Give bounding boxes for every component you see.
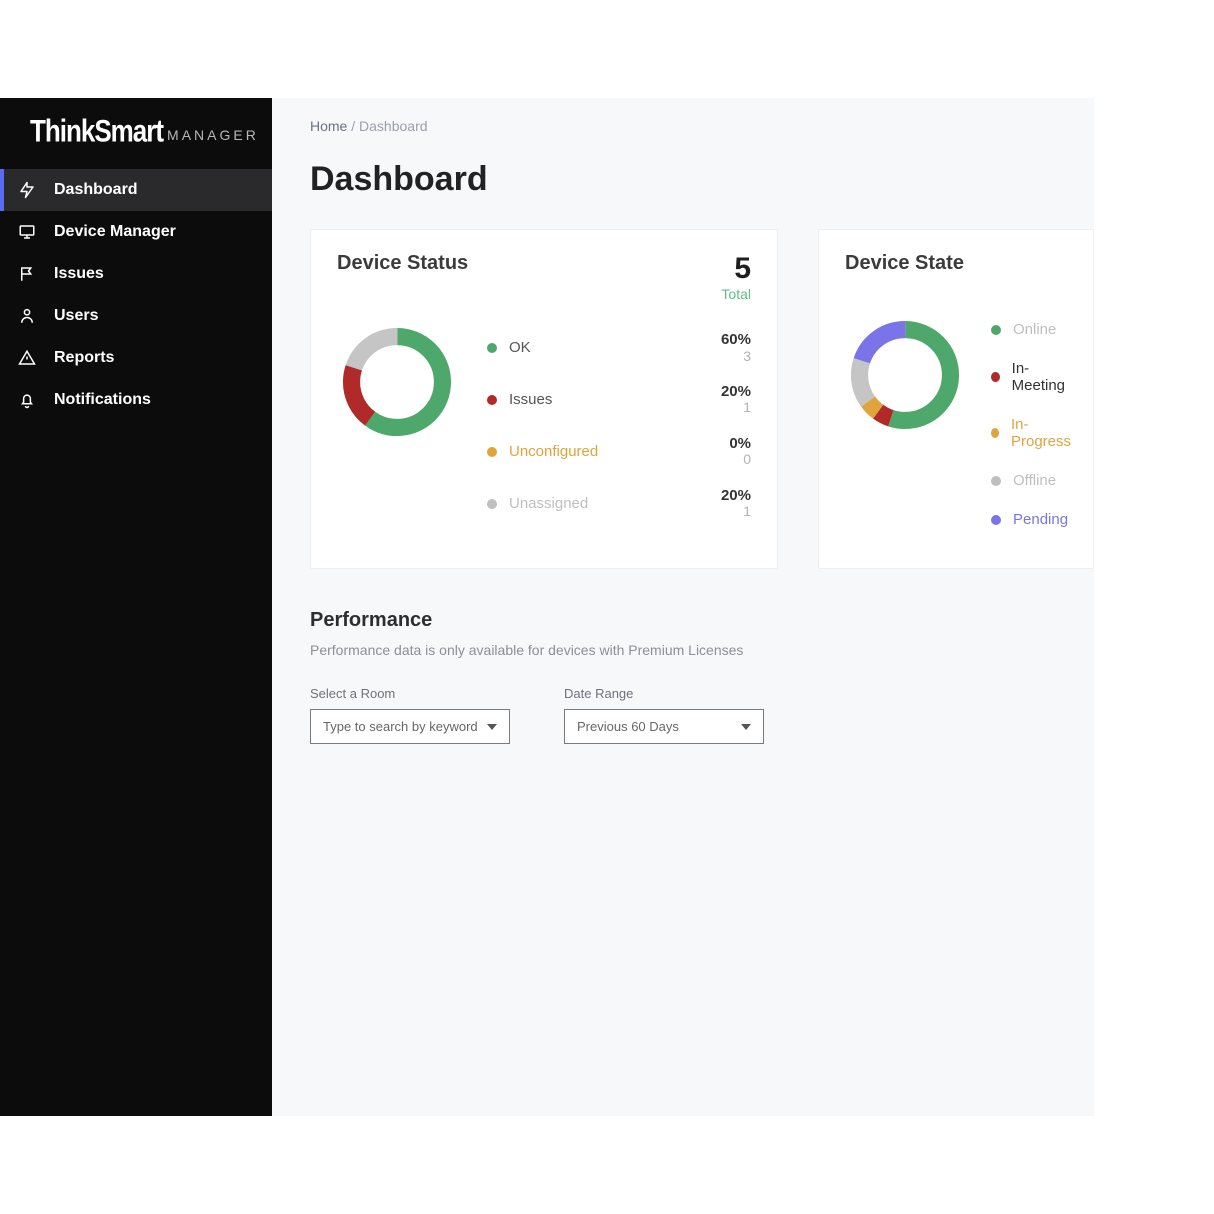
legend-count: 0 [729,452,751,467]
legend-label: Unconfigured [509,443,598,460]
room-select-placeholder: Type to search by keyword [323,719,478,734]
dot-icon [487,499,497,509]
sidebar-item-label: Users [54,307,98,325]
dot-icon [487,395,497,405]
sidebar-item-label: Issues [54,265,104,283]
date-range-label: Date Range [564,686,764,701]
logo-primary: ThinkSmart [30,113,163,150]
sidebar-item-dashboard[interactable]: Dashboard [0,169,272,211]
main-content: Home / Dashboard Dashboard Device Status… [272,98,1094,1116]
legend-label: Unassigned [509,495,588,512]
breadcrumb-current: Dashboard [359,118,428,134]
legend-label: Offline [1013,472,1056,489]
legend-pct: 0% [729,436,751,453]
date-range-value: Previous 60 Days [577,719,679,734]
dot-icon [991,476,1001,486]
page-title: Dashboard [310,160,1094,199]
sidebar-item-device-manager[interactable]: Device Manager [0,211,272,253]
performance-section: Performance Performance data is only ava… [310,609,1094,744]
room-select-label: Select a Room [310,686,510,701]
performance-subtitle: Performance data is only available for d… [310,642,1094,658]
monitor-icon [18,223,36,241]
dot-icon [487,343,497,353]
device-status-title: Device Status [337,252,468,275]
sidebar-item-reports[interactable]: Reports [0,337,272,379]
legend-pct: 20% [721,488,751,505]
breadcrumb-home[interactable]: Home [310,118,347,134]
sidebar-item-label: Reports [54,349,114,367]
breadcrumb: Home / Dashboard [310,118,1094,134]
legend-row-in-progress[interactable]: In-Progress [991,416,1073,450]
bell-icon [18,391,36,409]
legend-row-unassigned[interactable]: Unassigned 20% 1 [487,488,751,520]
legend-pct: 60% [721,332,751,349]
legend-label: OK [509,339,531,356]
legend-label: In-Progress [1011,416,1073,450]
legend-row-issues[interactable]: Issues 20% 1 [487,384,751,416]
dot-icon [991,515,1001,525]
sidebar-item-label: Notifications [54,391,151,409]
dot-icon [991,372,1000,382]
flag-icon [18,265,36,283]
legend-label: Pending [1013,511,1068,528]
sidebar-item-users[interactable]: Users [0,295,272,337]
sidebar: ThinkSmart MANAGER Dashboard Device Mana… [0,98,272,1116]
dot-icon [991,428,999,438]
chevron-down-icon [487,724,497,730]
sidebar-item-notifications[interactable]: Notifications [0,379,272,421]
legend-row-pending[interactable]: Pending [991,511,1073,528]
date-range-select[interactable]: Previous 60 Days [564,709,764,744]
legend-label: In-Meeting [1012,360,1073,394]
logo-secondary: MANAGER [167,127,259,143]
legend-pct: 20% [721,384,751,401]
gauge-icon [18,181,36,199]
legend-label: Online [1013,321,1056,338]
app-logo: ThinkSmart MANAGER [30,116,259,147]
sidebar-item-issues[interactable]: Issues [0,253,272,295]
legend-count: 1 [721,400,751,415]
device-status-donut [337,322,457,520]
legend-count: 1 [721,504,751,519]
dot-icon [991,325,1001,335]
device-state-donut [845,315,965,528]
legend-label: Issues [509,391,552,408]
sidebar-nav: Dashboard Device Manager Issues Users [0,169,272,421]
warning-icon [18,349,36,367]
performance-title: Performance [310,609,1094,632]
legend-row-offline[interactable]: Offline [991,472,1073,489]
legend-count: 3 [721,349,751,364]
legend-row-in-meeting[interactable]: In-Meeting [991,360,1073,394]
device-status-total-label: Total [721,286,751,302]
chevron-down-icon [741,724,751,730]
device-state-title: Device State [845,252,1067,275]
sidebar-item-label: Device Manager [54,223,176,241]
legend-row-unconfigured[interactable]: Unconfigured 0% 0 [487,436,751,468]
legend-row-ok[interactable]: OK 60% 3 [487,332,751,364]
legend-row-online[interactable]: Online [991,321,1073,338]
breadcrumb-sep: / [351,118,355,134]
sidebar-item-label: Dashboard [54,181,138,199]
device-status-card: Device Status 5 Total [310,229,778,569]
room-select[interactable]: Type to search by keyword [310,709,510,744]
user-icon [18,307,36,325]
device-state-card: Device State [818,229,1094,569]
dot-icon [487,447,497,457]
device-status-total: 5 [721,252,751,286]
